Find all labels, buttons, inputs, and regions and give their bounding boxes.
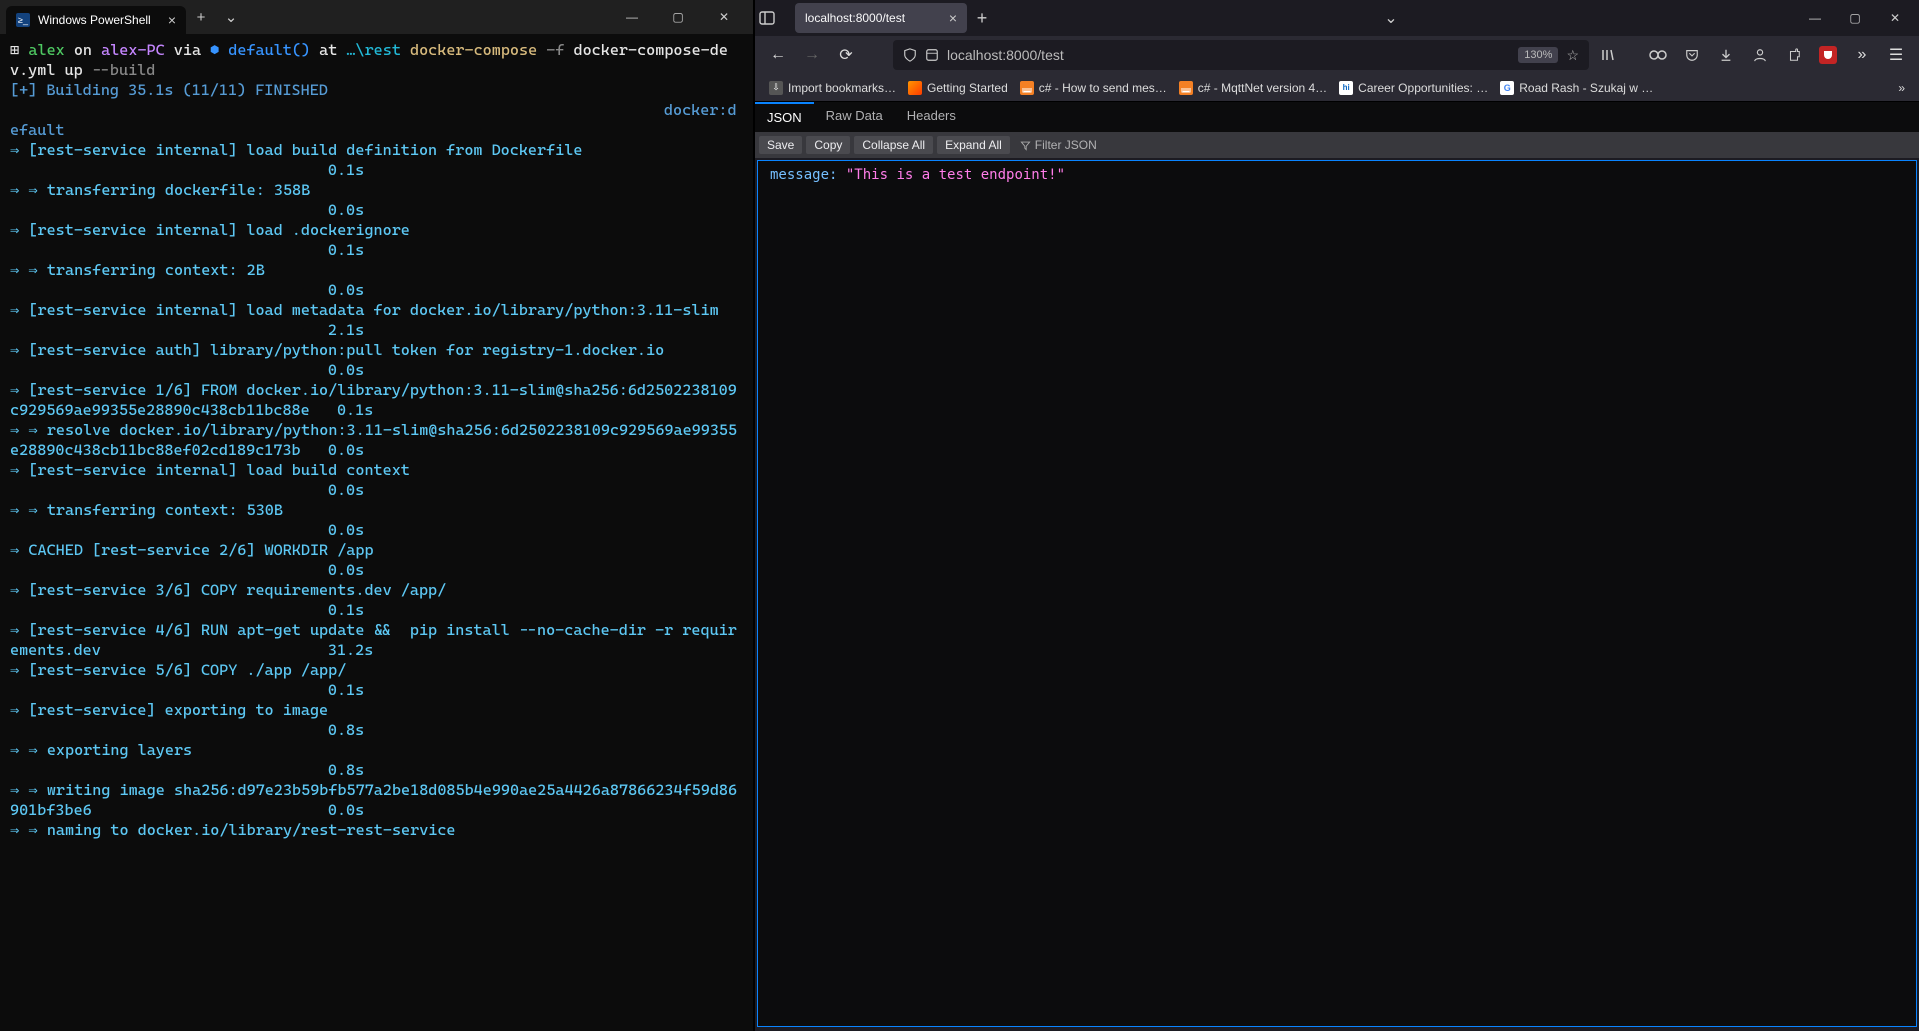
json-save-button[interactable]: Save <box>759 136 802 154</box>
browser-titlebar: localhost:8000/test × + ⌄ — ▢ ✕ <box>755 0 1919 36</box>
bookmark-favicon: hi <box>1339 81 1353 95</box>
maximize-button[interactable]: ▢ <box>1835 0 1875 36</box>
powershell-icon: ≥_ <box>16 13 30 27</box>
json-expand-button[interactable]: Expand All <box>937 136 1010 154</box>
sidebar-toggle-icon[interactable] <box>759 10 795 26</box>
bookmark-label: Career Opportunities: … <box>1358 81 1488 95</box>
bookmark-favicon: G <box>1500 81 1514 95</box>
new-tab-button[interactable]: + <box>967 8 997 29</box>
terminal-body[interactable]: ⊞ alex on alex-PC via ⬢ default() at …\r… <box>0 34 753 1031</box>
bookmark-favicon <box>908 81 922 95</box>
library-icon[interactable] <box>1593 40 1623 70</box>
download-icon[interactable] <box>1711 40 1741 70</box>
nav-reload-button[interactable]: ⟳ <box>831 40 861 70</box>
browser-window: localhost:8000/test × + ⌄ — ▢ ✕ ← → ⟳ lo… <box>755 0 1919 1031</box>
account-icon[interactable] <box>1745 40 1775 70</box>
window-controls: — ▢ ✕ <box>609 0 747 34</box>
filter-icon <box>1020 140 1031 151</box>
app-menu-icon[interactable]: ☰ <box>1881 40 1911 70</box>
bookmark-favicon: ⇩ <box>769 81 783 95</box>
window-controls: — ▢ ✕ <box>1795 0 1915 36</box>
shield-icon[interactable] <box>903 48 917 62</box>
terminal-window: ≥_ Windows PowerShell × + ⌄ — ▢ ✕ ⊞ alex… <box>0 0 755 1031</box>
mask-icon[interactable] <box>1643 40 1673 70</box>
page-info-icon[interactable] <box>925 48 939 62</box>
ublock-icon[interactable] <box>1813 40 1843 70</box>
nav-back-button[interactable]: ← <box>763 40 793 70</box>
bookmark-label: c# - MqttNet version 4… <box>1198 81 1327 95</box>
url-bar[interactable]: localhost:8000/test 130% ☆ <box>893 40 1589 70</box>
list-tabs-icon[interactable]: ⌄ <box>1376 8 1406 28</box>
maximize-button[interactable]: ▢ <box>655 0 701 34</box>
close-tab-icon[interactable]: × <box>168 12 176 28</box>
overflow-menu-icon[interactable]: » <box>1847 40 1877 70</box>
terminal-tab-title: Windows PowerShell <box>38 13 151 27</box>
bookmark-star-icon[interactable]: ☆ <box>1566 47 1579 64</box>
json-value: "This is a test endpoint!" <box>846 167 1065 183</box>
bookmark-item[interactable]: G Road Rash - Szukaj w … <box>1494 81 1659 95</box>
json-tab-headers[interactable]: Headers <box>895 102 968 132</box>
close-button[interactable]: ✕ <box>701 0 747 34</box>
browser-tab[interactable]: localhost:8000/test × <box>795 3 967 33</box>
new-tab-button[interactable]: + <box>186 9 216 26</box>
minimize-button[interactable]: — <box>609 0 655 34</box>
nav-forward-button[interactable]: → <box>797 40 827 70</box>
bookmarks-toolbar: ⇩ Import bookmarks… Getting Started c# - Ho… <box>755 74 1919 102</box>
extension-icon[interactable] <box>1779 40 1809 70</box>
json-filter[interactable]: Filter JSON <box>1020 138 1097 152</box>
bookmark-label: Getting Started <box>927 81 1008 95</box>
bookmark-item[interactable]: Getting Started <box>902 81 1014 95</box>
close-button[interactable]: ✕ <box>1875 0 1915 36</box>
zoom-indicator[interactable]: 130% <box>1518 47 1558 63</box>
bookmark-item[interactable]: ⇩ Import bookmarks… <box>763 81 902 95</box>
json-viewer-tabs: JSON Raw Data Headers <box>755 102 1919 132</box>
minimize-button[interactable]: — <box>1795 0 1835 36</box>
bookmark-favicon <box>1179 81 1193 95</box>
json-tab-raw[interactable]: Raw Data <box>814 102 895 132</box>
browser-tab-title: localhost:8000/test <box>805 11 905 25</box>
json-viewer-body[interactable]: message: "This is a test endpoint!" <box>757 160 1917 1027</box>
terminal-tab[interactable]: ≥_ Windows PowerShell × <box>6 6 186 34</box>
bookmark-label: Import bookmarks… <box>788 81 896 95</box>
bookmark-label: c# - How to send mes… <box>1039 81 1167 95</box>
bookmark-item[interactable]: c# - MqttNet version 4… <box>1173 81 1333 95</box>
json-tab-json[interactable]: JSON <box>755 102 814 132</box>
bookmarks-overflow-icon[interactable]: » <box>1892 81 1911 95</box>
json-key: message: <box>770 167 837 183</box>
browser-toolbar: ← → ⟳ localhost:8000/test 130% ☆ <box>755 36 1919 74</box>
tab-dropdown-icon[interactable]: ⌄ <box>216 8 246 26</box>
bookmark-item[interactable]: hi Career Opportunities: … <box>1333 81 1494 95</box>
json-copy-button[interactable]: Copy <box>806 136 850 154</box>
terminal-tabbar: ≥_ Windows PowerShell × + ⌄ — ▢ ✕ <box>0 0 753 34</box>
bookmark-label: Road Rash - Szukaj w … <box>1519 81 1653 95</box>
pocket-icon[interactable] <box>1677 40 1707 70</box>
json-collapse-button[interactable]: Collapse All <box>854 136 933 154</box>
bookmark-favicon <box>1020 81 1034 95</box>
close-tab-icon[interactable]: × <box>949 10 957 26</box>
json-viewer-toolbar: Save Copy Collapse All Expand All Filter… <box>755 132 1919 158</box>
bookmark-item[interactable]: c# - How to send mes… <box>1014 81 1173 95</box>
url-text: localhost:8000/test <box>947 47 1510 63</box>
